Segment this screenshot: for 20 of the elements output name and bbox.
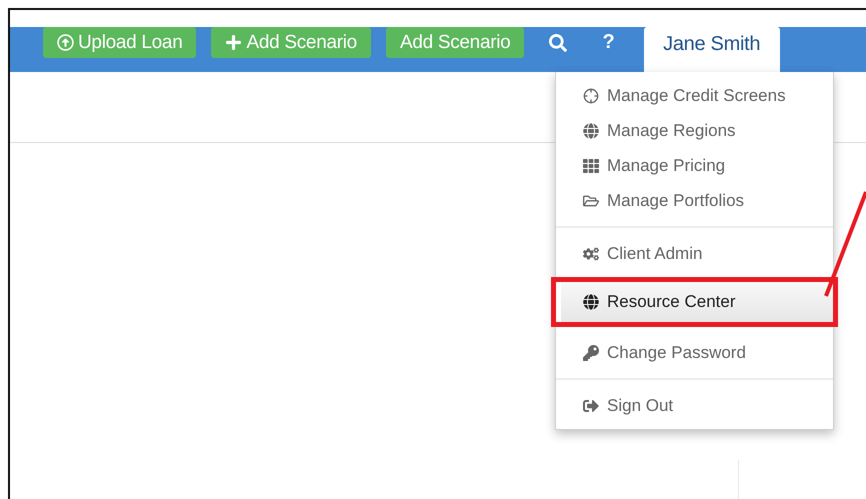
globe-icon	[583, 294, 599, 310]
help-button[interactable]: ?	[592, 31, 625, 54]
menu-item[interactable]: Resource Center	[561, 282, 833, 322]
user-menu-tab[interactable]: Jane Smith	[644, 27, 780, 72]
grid-icon	[583, 158, 599, 174]
menu-item[interactable]: Manage Regions	[556, 113, 833, 148]
menu-item[interactable]: Change Password	[556, 335, 833, 370]
menu-item[interactable]: Client Admin	[556, 236, 833, 271]
globe-icon	[583, 122, 599, 138]
menu-item[interactable]: Manage Pricing	[556, 148, 833, 183]
folder-icon	[583, 192, 599, 208]
menu-item[interactable]: Sign Out	[556, 388, 833, 423]
menu-item[interactable]: Manage Credit Screens	[556, 78, 833, 113]
sign-out-icon	[583, 398, 599, 414]
plus-icon	[225, 34, 242, 51]
upload-icon	[57, 34, 74, 51]
menu-item[interactable]: Manage Portfolios	[556, 183, 833, 218]
key-icon	[583, 344, 599, 360]
crosshair-icon	[583, 88, 599, 104]
gears-icon	[583, 246, 599, 262]
